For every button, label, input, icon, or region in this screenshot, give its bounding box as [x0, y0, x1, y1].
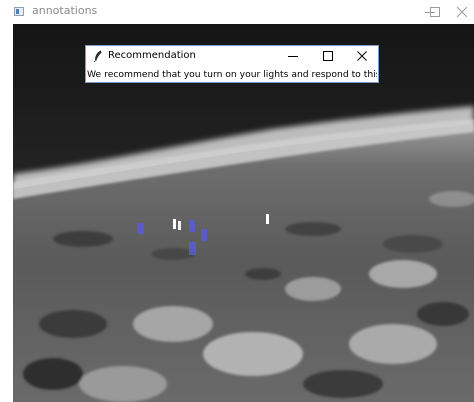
maximize-button[interactable] — [420, 0, 450, 24]
dialog-title: Recommendation — [108, 50, 196, 61]
window-title: annotations — [32, 4, 98, 17]
dialog-message: We recommend that you turn on your light… — [87, 69, 377, 80]
feather-icon — [93, 50, 102, 62]
close-icon — [457, 7, 467, 17]
dialog-maximize-button[interactable] — [315, 47, 341, 65]
annotations-window: annotations Recommendation We recommend … — [0, 0, 474, 402]
person-signature — [266, 214, 269, 224]
minimize-icon — [288, 56, 298, 57]
maximize-icon — [323, 51, 333, 61]
close-icon — [357, 51, 367, 61]
person-detection-marker[interactable] — [137, 223, 144, 234]
maximize-icon — [430, 7, 440, 17]
person-detection-marker[interactable] — [189, 242, 196, 255]
person-detection-marker[interactable] — [201, 229, 207, 241]
window-app-icon — [14, 7, 24, 16]
recommendation-dialog: Recommendation We recommend that you tur… — [85, 45, 379, 83]
dialog-titlebar[interactable]: Recommendation — [86, 46, 378, 66]
dialog-close-button[interactable] — [349, 47, 375, 65]
close-button[interactable] — [447, 0, 474, 24]
dialog-minimize-button[interactable] — [280, 47, 306, 65]
window-titlebar[interactable]: annotations — [0, 0, 474, 24]
person-signature — [178, 221, 181, 230]
person-signature — [173, 219, 176, 229]
person-detection-marker[interactable] — [189, 220, 195, 232]
